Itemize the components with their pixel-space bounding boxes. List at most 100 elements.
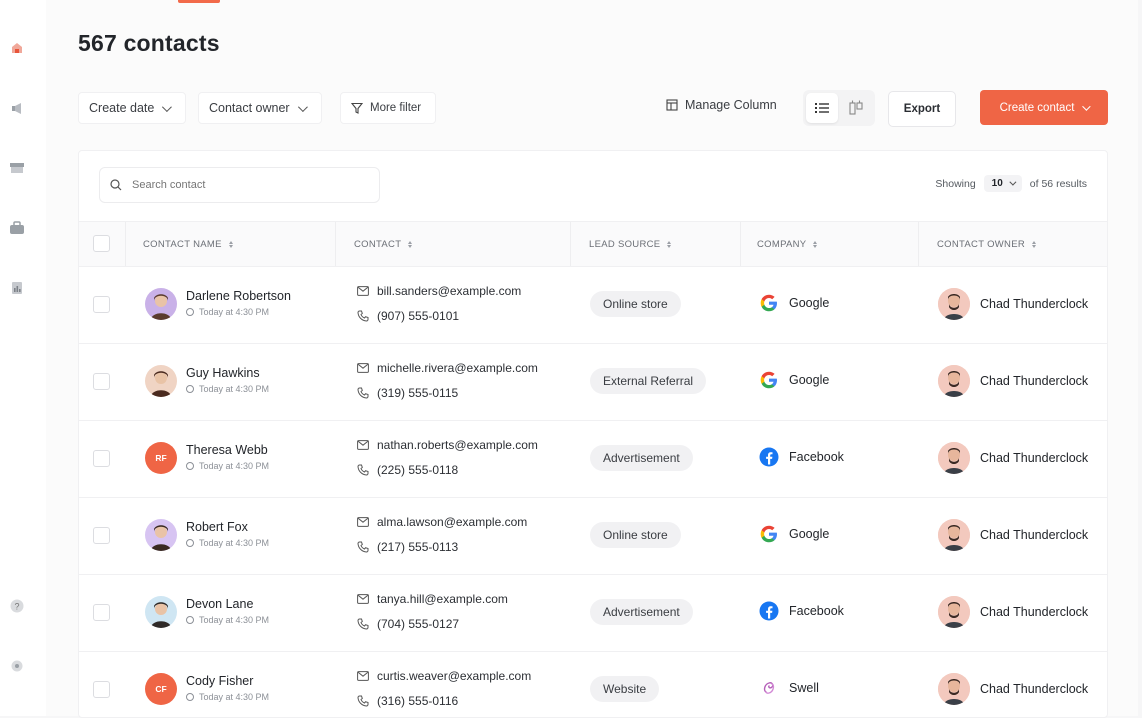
header-contact-owner[interactable]: CONTACT OWNER [937,222,1036,266]
megaphone-icon[interactable] [9,100,25,116]
contact-email[interactable]: alma.lawson@example.com [357,515,527,529]
phone-text: (704) 555-0127 [377,617,460,631]
home-icon[interactable] [9,40,25,56]
contact-phone[interactable]: (217) 555-0113 [357,540,458,554]
table-header: CONTACT NAME CONTACT LEAD SOURCE COMPANY… [79,221,1107,267]
header-lead-source[interactable]: LEAD SOURCE [589,222,672,266]
table-row[interactable]: CF Cody Fisher Today at 4:30 PM curtis.weav… [79,651,1107,717]
table-row[interactable]: Guy Hawkins Today at 4:30 PM michelle.rive… [79,343,1107,421]
phone-icon [357,387,369,399]
results-label: of 56 results [1029,177,1087,190]
contact-name[interactable]: Devon Lane [186,597,253,611]
contact-name[interactable]: Guy Hawkins [186,366,260,380]
owner-avatar [938,442,970,474]
contact-phone[interactable]: (704) 555-0127 [357,617,459,631]
phone-icon [357,310,369,322]
header-contact[interactable]: CONTACT [354,222,413,266]
owner-avatar [938,596,970,628]
contact-phone[interactable]: (907) 555-0101 [357,309,459,323]
row-checkbox[interactable] [93,450,110,467]
column-divider [740,222,741,266]
briefcase-icon[interactable] [9,220,25,236]
contact-name[interactable]: Robert Fox [186,520,248,534]
contact-phone[interactable]: (225) 555-0118 [357,463,458,477]
mail-icon [357,671,369,681]
export-button[interactable]: Export [888,91,956,127]
mail-icon [357,594,369,604]
avatar [145,288,177,320]
contact-email[interactable]: nathan.roberts@example.com [357,438,538,452]
owner-avatar-image [938,596,970,628]
owner-avatar [938,673,970,705]
manage-column-button[interactable]: Manage Column [666,98,777,112]
row-checkbox[interactable] [93,527,110,544]
google-icon [760,294,777,312]
contact-email[interactable]: bill.sanders@example.com [357,284,521,298]
contact-phone[interactable]: (316) 555-0116 [357,694,458,708]
timestamp-text: Today at 4:30 PM [199,307,270,317]
list-view-button[interactable] [806,93,838,123]
owner-cell: Chad Thunderclock [938,442,1088,474]
avatar: CF [145,673,177,705]
showing-label: Showing [935,177,976,190]
board-icon [849,100,863,115]
search-box[interactable] [99,167,380,203]
company-cell: Swell [758,677,819,699]
company-logo [758,523,780,545]
settings-icon[interactable] [9,658,25,674]
header-company[interactable]: COMPANY [757,222,818,266]
report-icon[interactable] [9,280,25,296]
more-filter-button[interactable]: More filter [340,92,436,124]
row-checkbox[interactable] [93,604,110,621]
board-view-button[interactable] [840,93,872,123]
per-page-select[interactable]: 10 [983,175,1022,192]
company-name: Google [789,373,830,387]
contact-name[interactable]: Theresa Webb [186,443,268,457]
header-label: CONTACT NAME [143,238,222,250]
email-text: curtis.weaver@example.com [377,669,532,683]
company-name: Swell [789,681,819,695]
select-all-checkbox[interactable] [93,235,110,252]
clock-icon [186,539,194,547]
contact-email[interactable]: tanya.hill@example.com [357,592,508,606]
lead-source-badge: Online store [590,522,681,548]
search-input[interactable] [130,178,364,192]
header-contact-name[interactable]: CONTACT NAME [143,222,233,266]
per-page-value: 10 [991,178,1003,189]
contact-email[interactable]: michelle.rivera@example.com [357,361,538,375]
contact-phone[interactable]: (319) 555-0115 [357,386,458,400]
table-row[interactable]: Robert Fox Today at 4:30 PM alma.lawson@ex… [79,497,1107,575]
timestamp-text: Today at 4:30 PM [199,692,270,702]
sidebar: ? [0,0,47,716]
owner-name: Chad Thunderclock [980,297,1089,311]
table-row[interactable]: RF Theresa Webb Today at 4:30 PM nathan.rob… [79,420,1107,498]
owner-name: Chad Thunderclock [980,451,1089,465]
row-checkbox[interactable] [93,296,110,313]
company-name: Google [789,296,830,310]
create-date-filter[interactable]: Create date [78,92,186,124]
contact-name[interactable]: Cody Fisher [186,674,253,688]
help-icon[interactable]: ? [9,598,25,614]
owner-name: Chad Thunderclock [980,374,1089,388]
sort-icon [1032,240,1036,248]
clock-icon [186,385,194,393]
pagination-info: Showing 10 of 56 results [935,175,1087,192]
contact-email[interactable]: curtis.weaver@example.com [357,669,531,683]
google-icon [760,525,777,543]
table-row[interactable]: Darlene Robertson Today at 4:30 PM bill.sa… [79,266,1107,344]
clock-icon [186,693,194,701]
owner-avatar [938,288,970,320]
contact-name[interactable]: Darlene Robertson [186,289,291,303]
row-checkbox[interactable] [93,373,110,390]
create-contact-button[interactable]: Create contact [980,90,1108,125]
header-label: COMPANY [757,238,807,250]
contact-timestamp: Today at 4:30 PM [186,384,269,394]
search-icon [110,179,122,191]
store-icon[interactable] [9,160,25,176]
header-label: CONTACT [354,238,402,250]
owner-name: Chad Thunderclock [980,682,1089,696]
table-row[interactable]: Devon Lane Today at 4:30 PM tanya.hill@exa… [79,574,1107,652]
svg-text:?: ? [14,602,19,612]
contact-owner-filter[interactable]: Contact owner [198,92,322,124]
row-checkbox[interactable] [93,681,110,698]
